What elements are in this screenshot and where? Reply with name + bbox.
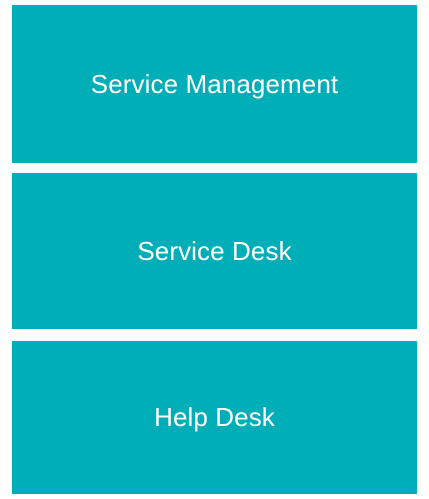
service-desk-label: Service Desk xyxy=(137,235,292,266)
layered-stack-diagram: Service Management Service Desk Help Des… xyxy=(0,0,429,499)
service-management-label: Service Management xyxy=(90,68,339,99)
service-management-box: Service Management xyxy=(12,5,417,163)
help-desk-box: Help Desk xyxy=(12,341,417,494)
help-desk-label: Help Desk xyxy=(154,402,275,432)
service-desk-box: Service Desk xyxy=(12,173,417,329)
